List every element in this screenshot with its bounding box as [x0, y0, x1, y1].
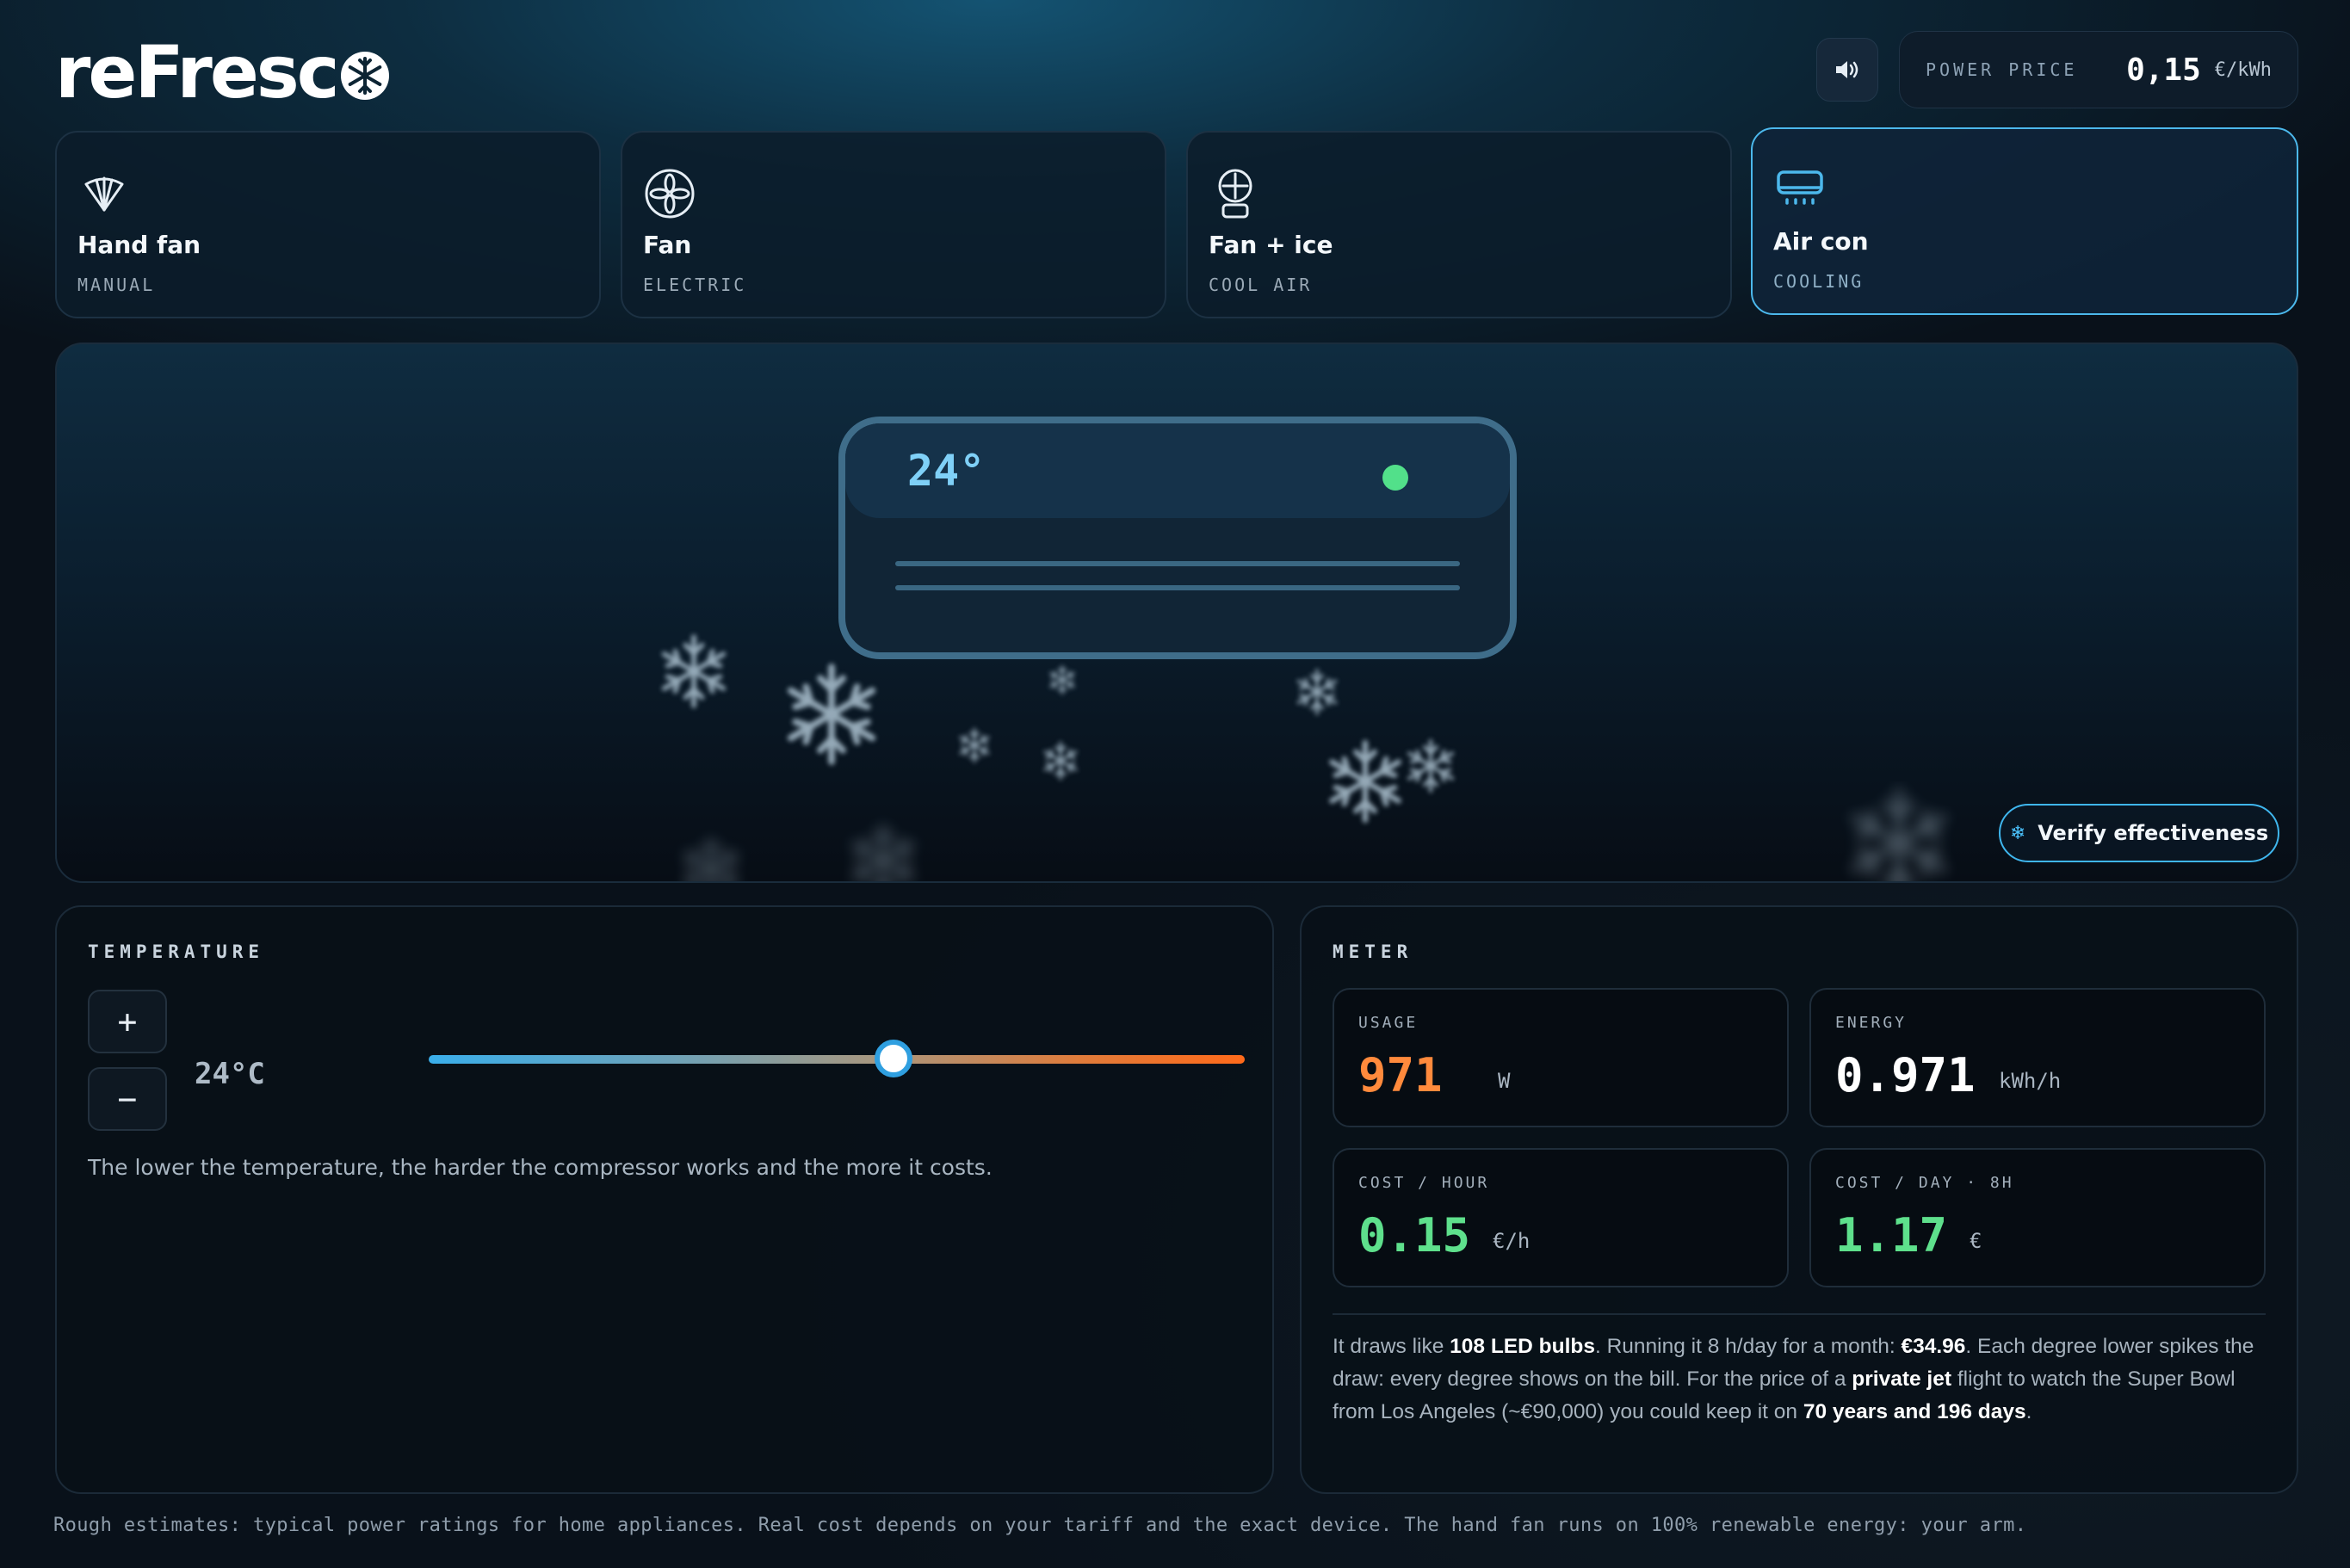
meter-title: METER: [1333, 941, 1413, 962]
meter-panel: METER USAGE 971 W ENERGY 0.971 kWh/h COS…: [1300, 905, 2298, 1494]
snowflake-icon: ❄: [2009, 822, 2026, 844]
temperature-value: 24°C: [195, 1057, 265, 1091]
usage-card: USAGE 971 W: [1333, 988, 1789, 1127]
mode-name: Hand fan: [77, 231, 201, 259]
sound-toggle-button[interactable]: [1816, 38, 1878, 102]
speaker-icon: [1836, 61, 1858, 78]
air-con-temperature-display: 24°: [907, 446, 986, 496]
status-led: [1382, 465, 1408, 491]
temperature-hint: The lower the temperature, the harder th…: [88, 1155, 993, 1180]
summary-highlight: 108 LED bulbs: [1450, 1335, 1595, 1358]
meter-summary: It draws like 108 LED bulbs. Running it …: [1333, 1330, 2271, 1429]
verify-effectiveness-button[interactable]: ❄ Verify effectiveness: [1999, 804, 2279, 862]
mode-subtitle: ELECTRIC: [643, 275, 747, 295]
meter-divider: [1333, 1313, 2266, 1315]
increase-temperature-button[interactable]: +: [88, 990, 167, 1053]
mode-name: Fan: [643, 231, 692, 259]
cost-hour-card: COST / HOUR 0.15 €/h: [1333, 1148, 1789, 1287]
verify-label: Verify effectiveness: [2038, 821, 2269, 845]
snowflake-icon: [340, 52, 389, 100]
app-logo: reFresc: [55, 30, 391, 114]
temperature-panel: TEMPERATURE + − 24°C The lower the tempe…: [55, 905, 1274, 1494]
mode-subtitle: MANUAL: [77, 275, 156, 295]
energy-value: 0.971: [1835, 1048, 1976, 1102]
mode-subtitle: COOLING: [1773, 271, 1865, 292]
cost-hour-value: 0.15: [1358, 1208, 1471, 1262]
power-price-box: POWER PRICE 0,15 €/kWh: [1899, 31, 2298, 108]
energy-card: ENERGY 0.971 kWh/h: [1809, 988, 2266, 1127]
summary-highlight: 70 years and 196 days: [1803, 1400, 2026, 1423]
temperature-slider-track[interactable]: [429, 1055, 1245, 1064]
power-price-value: 0,15: [2126, 52, 2201, 88]
cost-day-card: COST / DAY · 8H 1.17 €: [1809, 1148, 2266, 1287]
usage-value: 971: [1358, 1048, 1443, 1102]
energy-unit: kWh/h: [1999, 1069, 2062, 1093]
fan-ice-icon: [1218, 169, 1252, 219]
summary-text: .: [2025, 1400, 2032, 1423]
air-con-icon: [1777, 170, 1823, 205]
cost-day-unit: €: [1970, 1229, 1982, 1253]
power-price-unit: €/kWh: [2214, 59, 2272, 81]
usage-unit: W: [1498, 1069, 1511, 1093]
mode-card-fan-ice[interactable]: Fan + ice COOL AIR: [1186, 131, 1732, 318]
mode-card-fan[interactable]: Fan ELECTRIC: [621, 131, 1166, 318]
cost-hour-unit: €/h: [1493, 1229, 1531, 1253]
mode-name: Fan + ice: [1209, 231, 1333, 259]
summary-text: It draws like: [1333, 1335, 1450, 1358]
cost-hour-label: COST / HOUR: [1358, 1174, 1490, 1192]
power-price-label: POWER PRICE: [1926, 59, 2078, 80]
energy-label: ENERGY: [1835, 1014, 1908, 1032]
fan-icon: [645, 169, 695, 219]
air-con-vent-line: [895, 585, 1460, 590]
mode-subtitle: COOL AIR: [1209, 275, 1313, 295]
summary-highlight: private jet: [1852, 1367, 1952, 1391]
footer-disclaimer: Rough estimates: typical power ratings f…: [53, 1515, 2027, 1536]
logo-text: reFresc: [55, 30, 340, 114]
decrease-temperature-button[interactable]: −: [88, 1067, 167, 1131]
air-con-unit: 24°: [838, 417, 1517, 659]
cost-day-value: 1.17: [1835, 1208, 1948, 1262]
cost-day-label: COST / DAY · 8H: [1835, 1174, 2014, 1192]
temperature-title: TEMPERATURE: [88, 941, 265, 962]
usage-label: USAGE: [1358, 1014, 1419, 1032]
hand-fan-icon: [84, 176, 124, 212]
mode-name: Air con: [1773, 227, 1869, 256]
air-con-vent-line: [895, 561, 1460, 566]
summary-highlight: €34.96: [1901, 1335, 1966, 1358]
mode-card-hand-fan[interactable]: Hand fan MANUAL: [55, 131, 601, 318]
effect-stage: 24° ❄ Verify effectiveness: [55, 343, 2298, 883]
temperature-slider-thumb[interactable]: [875, 1040, 913, 1077]
mode-card-air-con[interactable]: Air con COOLING: [1751, 127, 2298, 315]
summary-text: . Running it 8 h/day for a month:: [1594, 1335, 1902, 1358]
